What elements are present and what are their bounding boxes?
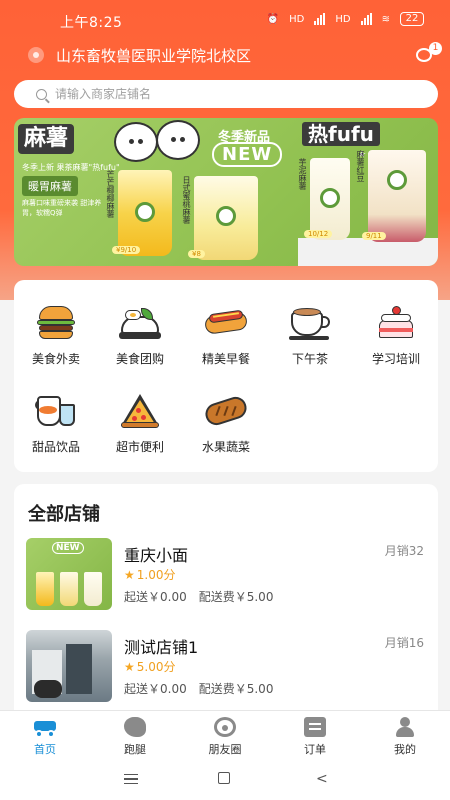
location-icon (28, 47, 44, 63)
store-rating: ★ 1.00分 (124, 568, 176, 582)
mochi-face-right (156, 120, 200, 160)
banner-mochi-faces (110, 120, 208, 164)
category-label: 精美早餐 (201, 352, 250, 366)
drink-icon (35, 390, 77, 430)
thumbnail-new-badge: NEW (52, 542, 84, 554)
order-icon (304, 717, 326, 737)
status-time: 上午8:25 (60, 15, 123, 31)
brand-logo-icon (387, 170, 407, 190)
banner-cup: 麻薯红豆 9/11 (356, 150, 426, 242)
star-icon: ★ (124, 660, 135, 674)
signal-icon (314, 13, 326, 25)
bread-icon (202, 390, 250, 430)
category-group-buy[interactable]: 美食团购 (98, 280, 182, 366)
promo-banner[interactable]: 麻薯 冬季上新 果茶麻薯"热fufu" 暖胃麻薯 麻薯口味重磅来袭 甜津养胃，软… (14, 118, 438, 266)
star-icon: ★ (124, 568, 135, 582)
monthly-sales: 月销32 (384, 544, 424, 558)
banner-cup: 日式蜜桃麻薯 ¥8 (182, 176, 258, 260)
category-supermarket[interactable]: 超市便利 (98, 368, 182, 454)
banner-cup: 芋泥麻薯 10/12 (298, 158, 350, 240)
category-desserts-drinks[interactable]: 甜品饮品 (14, 368, 98, 454)
network-label-1: HD (289, 13, 305, 25)
search-input[interactable] (55, 87, 415, 101)
hotdog-icon (203, 302, 249, 342)
store-fees: 起送￥0.00 配送费￥5.00 (124, 680, 285, 697)
brand-logo-icon (135, 202, 155, 222)
tab-orders[interactable]: 订单 (270, 711, 360, 761)
category-fruits-vegetables[interactable]: 水果蔬菜 (184, 368, 268, 454)
system-nav-bar: < (0, 760, 450, 800)
banner-description: 麻薯口味重磅来袭 甜津养胃，软糯Q弹 (22, 199, 102, 217)
min-order: 起送￥0.00 (124, 682, 187, 696)
banner-title: 麻薯 (18, 124, 75, 154)
tab-profile[interactable]: 我的 (360, 711, 450, 761)
category-label: 水果蔬菜 (201, 440, 250, 454)
bottom-tab-bar: 首页 跑腿 朋友圈 订单 我的 (0, 710, 450, 760)
cake-icon (375, 302, 417, 342)
location-text: 山东畜牧兽医职业学院北校区 (56, 46, 252, 65)
wifi-icon: ≋ (381, 13, 390, 25)
store-thumbnail: NEW (26, 538, 112, 610)
category-afternoon-tea[interactable]: 下午茶 (268, 280, 352, 366)
min-order: 起送￥0.00 (124, 590, 187, 604)
burger-icon (35, 302, 77, 342)
banner-new-badge: NEW (212, 142, 283, 167)
mochi-face-left (114, 122, 158, 162)
delivery-fee: 配送费￥5.00 (198, 682, 274, 696)
moments-icon (214, 717, 236, 737)
tab-home[interactable]: 首页 (0, 711, 90, 761)
search-icon (36, 88, 47, 100)
signal-icon-2 (360, 13, 372, 25)
category-label: 甜品饮品 (31, 440, 80, 454)
coffee-icon (289, 302, 331, 342)
search-bar[interactable] (14, 80, 438, 108)
location-selector[interactable]: 山东畜牧兽医职业学院北校区 (28, 42, 428, 68)
tab-moments[interactable]: 朋友圈 (180, 711, 270, 761)
category-label: 美食团购 (115, 352, 164, 366)
message-button[interactable]: 1 (414, 42, 442, 66)
category-label: 下午茶 (291, 352, 328, 366)
store-fees: 起送￥0.00 配送费￥5.00 (124, 588, 285, 605)
brand-logo-icon (320, 188, 340, 208)
home-square-icon[interactable] (218, 772, 230, 784)
category-label: 超市便利 (115, 440, 164, 454)
category-label: 美食外卖 (31, 352, 80, 366)
home-icon (34, 717, 56, 738)
store-name: 测试店铺1 (124, 638, 199, 657)
store-rating: ★ 5.00分 (124, 660, 176, 674)
store-thumbnail (26, 630, 112, 702)
banner-hot-title: 热fufu (302, 122, 380, 146)
errand-icon (124, 717, 146, 737)
delivery-fee: 配送费￥5.00 (198, 590, 274, 604)
store-name: 重庆小面 (124, 546, 189, 565)
monthly-sales: 月销16 (384, 636, 424, 650)
banner-pedestal (298, 238, 438, 266)
banner-cup: 芒芒椰椰麻薯 ¥9/10 (106, 170, 172, 256)
tab-errand[interactable]: 跑腿 (90, 711, 180, 761)
alarm-icon: ⏰ (266, 13, 280, 25)
status-bar: 上午8:25 ⏰ HD HD ≋ 22 (0, 0, 450, 40)
category-grid: 美食外卖 美食团购 精美早餐 下午茶 学习培训 甜品饮品 超市便利 水果蔬菜 (14, 280, 438, 472)
store-item[interactable]: 测试店铺1 ★ 5.00分 起送￥0.00 配送费￥5.00 月销16 (14, 630, 438, 710)
category-breakfast[interactable]: 精美早餐 (184, 280, 268, 366)
store-list: 全部店铺 NEW 重庆小面 ★ 1.00分 起送￥0.00 配送费￥5.00 月销3… (14, 484, 438, 714)
network-label-2: HD (335, 13, 351, 25)
battery-icon: 22 (400, 12, 424, 26)
menu-icon[interactable] (124, 774, 138, 784)
category-label: 学习培训 (371, 352, 420, 366)
store-item[interactable]: NEW 重庆小面 ★ 1.00分 起送￥0.00 配送费￥5.00 月销32 (14, 538, 438, 618)
profile-icon (394, 717, 416, 737)
section-title: 全部店铺 (28, 504, 100, 525)
message-badge: 1 (429, 42, 442, 55)
category-food-delivery[interactable]: 美食外卖 (14, 280, 98, 366)
pizza-icon (119, 390, 161, 430)
banner-tag: 暖胃麻薯 (22, 176, 78, 196)
bento-icon (119, 302, 161, 342)
back-icon[interactable]: < (316, 771, 328, 787)
category-training[interactable]: 学习培训 (354, 280, 438, 366)
brand-logo-icon (216, 206, 236, 226)
status-icons: ⏰ HD HD ≋ 22 (267, 12, 424, 26)
